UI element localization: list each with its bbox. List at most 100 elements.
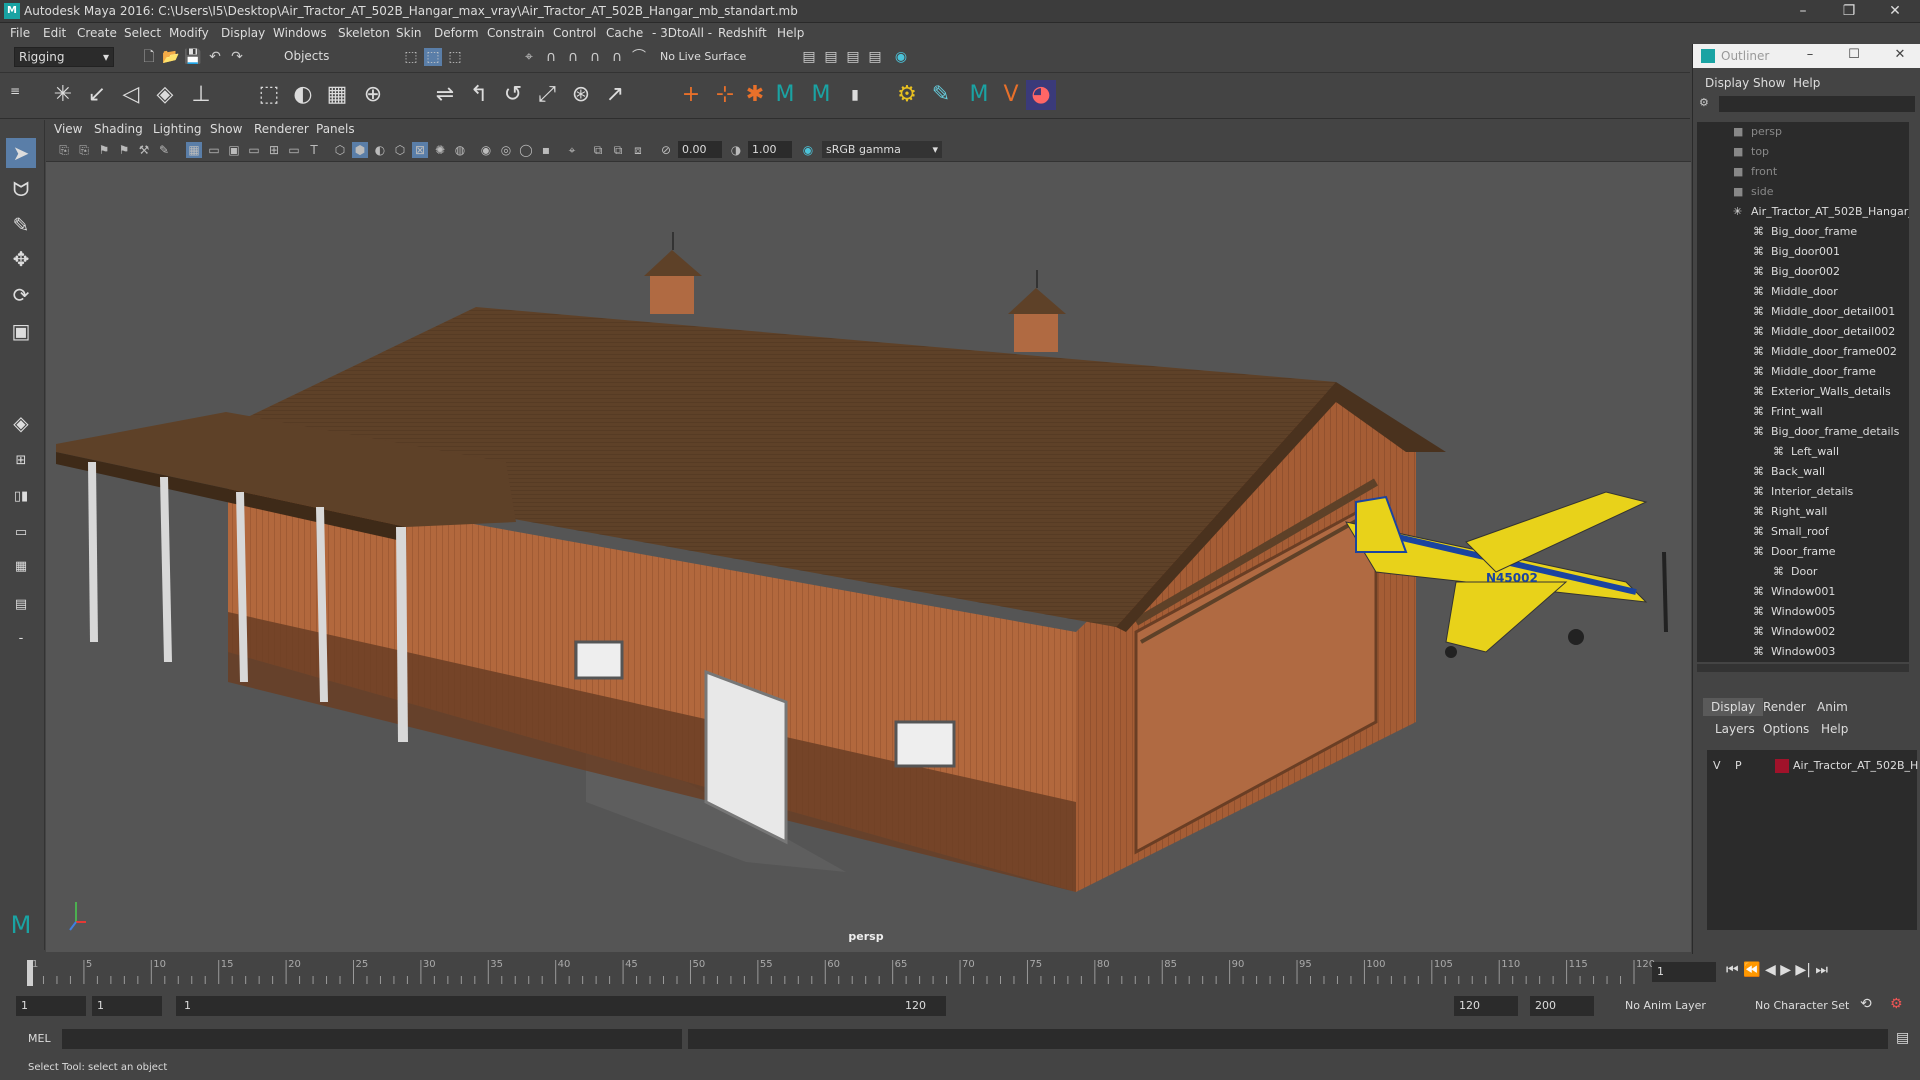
- menu-control[interactable]: Control: [553, 26, 596, 40]
- new-scene-icon[interactable]: 🗋: [140, 48, 158, 66]
- panel-menu-shading[interactable]: Shading: [94, 122, 143, 136]
- snap-surface-icon[interactable]: ∩: [608, 48, 626, 66]
- layer-visibility-toggle[interactable]: V: [1713, 756, 1721, 776]
- layer-tab-anim[interactable]: Anim: [1817, 700, 1848, 714]
- parent-constraint-icon[interactable]: ⇌: [430, 80, 460, 110]
- outliner-menu-help[interactable]: Help: [1793, 76, 1820, 90]
- go-to-end-icon[interactable]: ⏭: [1815, 962, 1828, 978]
- step-back-frame-icon[interactable]: ◀: [1765, 962, 1776, 978]
- render-view-icon[interactable]: ▤: [800, 48, 818, 66]
- outliner-list[interactable]: ■ persp ■ top ■ front ■ side ✳ Air_Tractor_AT_502…: [1697, 122, 1909, 662]
- shadows-icon[interactable]: ◍: [452, 142, 468, 158]
- menu-edit[interactable]: Edit: [43, 26, 66, 40]
- outliner-search-input[interactable]: [1719, 96, 1915, 112]
- scale-tool-icon[interactable]: ▣: [6, 316, 36, 346]
- panel-menu-lighting[interactable]: Lighting: [153, 122, 202, 136]
- select-tool-icon[interactable]: ➤: [6, 138, 36, 168]
- camera-select-icon[interactable]: ⎘: [56, 142, 72, 158]
- menu-redshift[interactable]: Redshift: [718, 26, 767, 40]
- layer-tab-display[interactable]: Display: [1703, 698, 1764, 716]
- bookmark-icon[interactable]: ⚑: [96, 142, 112, 158]
- step-back-key-icon[interactable]: ⏪: [1743, 962, 1760, 978]
- select-hierarchy-icon[interactable]: ⬚: [402, 48, 420, 66]
- outliner-minimize-button[interactable]: –: [1795, 47, 1825, 62]
- grid-toggle-icon[interactable]: ▦: [186, 142, 202, 158]
- select-mode-dropdown[interactable]: Objects: [280, 47, 380, 67]
- layer-color-swatch[interactable]: [1775, 759, 1789, 773]
- ik-handle-icon[interactable]: ↙: [82, 80, 112, 110]
- script-editor-icon[interactable]: ▤: [1896, 1030, 1909, 1046]
- live-surface-label[interactable]: No Live Surface: [660, 50, 746, 63]
- menu-help[interactable]: Help: [777, 26, 804, 40]
- safe-title-icon[interactable]: T: [306, 142, 322, 158]
- select-component-icon[interactable]: ⬚: [446, 48, 464, 66]
- menu-create[interactable]: Create: [77, 26, 117, 40]
- multisample-aa-icon[interactable]: ◯: [518, 142, 534, 158]
- ik-spline-icon[interactable]: ◁: [116, 80, 146, 110]
- outliner-menu-display[interactable]: Display: [1705, 76, 1749, 90]
- gamma-field[interactable]: 1.00: [748, 141, 792, 158]
- cluster-icon[interactable]: ⊕: [358, 80, 388, 110]
- layer-name[interactable]: Air_Tractor_AT_502B_H: [1793, 756, 1918, 776]
- open-scene-icon[interactable]: 📂: [162, 48, 180, 66]
- character-set-dropdown[interactable]: No Character Set: [1750, 996, 1870, 1016]
- menu-display[interactable]: Display: [221, 26, 265, 40]
- xray-components-icon[interactable]: ⧈: [630, 142, 646, 158]
- lasso-tool-icon[interactable]: ᗢ: [6, 174, 36, 204]
- four-view-layout-icon[interactable]: ⊞: [6, 446, 36, 476]
- snap-grid-icon[interactable]: ⌖: [520, 48, 538, 66]
- motion-blur-icon[interactable]: ◎: [498, 142, 514, 158]
- panel-menu-view[interactable]: View: [54, 122, 82, 136]
- xray-icon[interactable]: ⧉: [590, 142, 606, 158]
- xray-joints-icon[interactable]: ⧉: [610, 142, 626, 158]
- menu-deform[interactable]: Deform: [434, 26, 479, 40]
- exposure-icon[interactable]: ⊘: [658, 142, 674, 158]
- depth-of-field-icon[interactable]: ▪: [538, 142, 554, 158]
- menu-file[interactable]: File: [10, 26, 30, 40]
- persp-uv-layout-icon[interactable]: ▤: [6, 590, 36, 620]
- panel-menu-show[interactable]: Show: [210, 122, 242, 136]
- redshift-light-icon[interactable]: ⚙: [892, 80, 922, 110]
- screen-space-ao-icon[interactable]: ◉: [478, 142, 494, 158]
- smooth-shade-icon[interactable]: ⬢: [352, 142, 368, 158]
- snap-live-icon[interactable]: ⌒: [630, 48, 648, 66]
- gate-mask-icon[interactable]: ▭: [246, 142, 262, 158]
- range-bar[interactable]: 1 120: [176, 996, 946, 1016]
- current-frame-field[interactable]: 1: [1652, 962, 1716, 982]
- wireframe-icon[interactable]: ⬡: [332, 142, 348, 158]
- menuset-dropdown[interactable]: Rigging ▾: [14, 47, 114, 67]
- isolate-select-icon[interactable]: ⌖: [564, 142, 580, 158]
- scene-end-field[interactable]: 200: [1530, 996, 1594, 1016]
- ik-fk-icon[interactable]: ✱: [740, 80, 770, 110]
- redshift-render-icon[interactable]: ✎: [926, 80, 956, 110]
- material-ball-icon[interactable]: ◕: [1026, 80, 1056, 110]
- current-time-marker[interactable]: [27, 960, 33, 986]
- playback-start-field[interactable]: 1: [92, 996, 162, 1016]
- character-tool-icon[interactable]: M: [806, 80, 836, 110]
- menu-skin[interactable]: Skin: [396, 26, 422, 40]
- menu-constrain[interactable]: Constrain: [487, 26, 545, 40]
- menu-windows[interactable]: Windows: [273, 26, 327, 40]
- menu-modify[interactable]: Modify: [169, 26, 209, 40]
- joint-tool-icon[interactable]: ✳: [48, 80, 78, 110]
- time-slider[interactable]: 1 5 10 15 20 25 30 35 40 45 50 55 60 65 70 75 80 85 90 95 10…: [0, 954, 1828, 990]
- cluster-handle-icon[interactable]: ⊹: [710, 80, 740, 110]
- layer-playback-toggle[interactable]: P: [1735, 756, 1742, 776]
- resolution-gate-icon[interactable]: ▣: [226, 142, 242, 158]
- scene-start-field[interactable]: 1: [16, 996, 86, 1016]
- redshift-maya-icon[interactable]: M: [964, 80, 994, 110]
- mel-input[interactable]: [62, 1029, 682, 1049]
- orient-constraint-icon[interactable]: ↺: [498, 80, 528, 110]
- paint-select-icon[interactable]: ✎: [6, 210, 36, 240]
- panel-menu-panels[interactable]: Panels: [316, 122, 355, 136]
- layer-menu-layers[interactable]: Layers: [1715, 722, 1755, 736]
- scale-constraint-icon[interactable]: ⤢: [532, 80, 562, 110]
- mel-label[interactable]: MEL: [28, 1032, 51, 1045]
- single-perspective-layout-icon[interactable]: ◈: [6, 408, 36, 438]
- maya-logo-tool-icon[interactable]: M: [770, 80, 800, 110]
- hypershade-icon[interactable]: ◉: [892, 48, 910, 66]
- move-tool-icon[interactable]: ✥: [6, 244, 36, 274]
- layer-menu-options[interactable]: Options: [1763, 722, 1809, 736]
- image-plane-icon[interactable]: ⚑: [116, 142, 132, 158]
- grid-tool-icon[interactable]: ▮: [840, 80, 870, 110]
